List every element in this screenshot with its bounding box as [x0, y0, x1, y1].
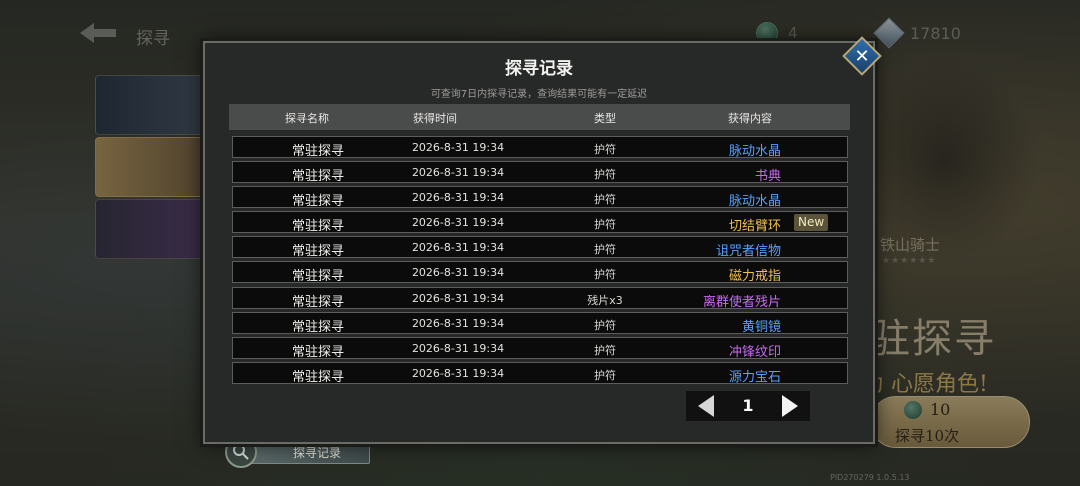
cell-item: 磁力戒指	[728, 269, 781, 285]
cell-type: 护符	[594, 368, 616, 382]
cell-time: 2026-8-31 19:34	[411, 316, 505, 330]
cell-item: 诅咒者信物	[715, 244, 781, 260]
cell-item: 书典	[754, 169, 781, 185]
cell-time: 2026-8-31 19:34	[411, 191, 505, 205]
next-page-icon[interactable]	[782, 395, 798, 417]
cell-name: 常驻探寻	[291, 294, 345, 310]
cell-item: 黄铜镜	[741, 319, 781, 335]
cell-name: 常驻探寻	[291, 269, 345, 285]
cell-item: 脉动水晶	[728, 194, 781, 210]
table-row: 常驻探寻 2026-8-31 19:34 护符 切结臂环 New	[232, 211, 848, 235]
new-badge: New	[794, 214, 829, 232]
table-row: 常驻探寻 2026-8-31 19:34 护符 冲锋纹印	[232, 336, 848, 360]
cell-item: 离群使者残片	[702, 294, 781, 310]
table-row: 常驻探寻 2026-8-31 19:34 残片x3 离群使者残片	[232, 286, 848, 310]
cell-time: 2026-8-31 19:34	[411, 166, 505, 180]
column-header-time: 获得时间	[413, 112, 457, 125]
cell-type: 残片x3	[587, 293, 623, 307]
cell-time: 2026-8-31 19:34	[411, 241, 505, 255]
record-table: 常驻探寻 2026-8-31 19:34 护符 脉动水晶 常驻探寻 2026-8-31 1…	[232, 136, 848, 387]
close-icon[interactable]: ✕	[848, 42, 876, 70]
cell-type: 护符	[594, 318, 616, 332]
cell-time: 2026-8-31 19:34	[411, 266, 505, 280]
cell-name: 常驻探寻	[291, 169, 345, 185]
cell-name: 常驻探寻	[291, 369, 345, 385]
pagination: 1	[686, 391, 810, 421]
cell-type: 护符	[594, 218, 616, 232]
cell-name: 常驻探寻	[291, 194, 345, 210]
column-header-type: 类型	[594, 112, 616, 125]
table-header: 探寻名称 获得时间 类型 获得内容	[229, 104, 850, 130]
cell-type: 护符	[594, 243, 616, 257]
cell-item: 脉动水晶	[728, 144, 781, 159]
table-row: 常驻探寻 2026-8-31 19:34 护符 脉动水晶	[232, 136, 848, 159]
cell-time: 2026-8-31 19:34	[411, 341, 505, 355]
cell-name: 常驻探寻	[291, 319, 345, 335]
cell-name: 常驻探寻	[291, 219, 345, 235]
table-row: 常驻探寻 2026-8-31 19:34 护符 源力宝石	[232, 361, 848, 385]
table-row: 常驻探寻 2026-8-31 19:34 护符 诅咒者信物	[232, 236, 848, 260]
cell-name: 常驻探寻	[291, 144, 345, 159]
cell-time: 2026-8-31 19:34	[411, 216, 505, 230]
cell-time: 2026-8-31 19:34	[411, 141, 505, 154]
dialog-subtitle: 可查询7日内探寻记录，查询结果可能有一定延迟	[430, 89, 648, 100]
cell-name: 常驻探寻	[291, 344, 345, 360]
cell-item: 切结臂环	[728, 219, 781, 235]
dialog-title: 探寻记录	[505, 59, 573, 79]
record-tab-label: 探寻记录	[293, 446, 342, 460]
table-row: 常驻探寻 2026-8-31 19:34 护符 书典	[232, 161, 848, 185]
cell-type: 护符	[594, 268, 616, 282]
column-header-name: 探寻名称	[285, 112, 329, 125]
column-header-item: 获得内容	[728, 112, 772, 125]
cell-type: 护符	[594, 193, 616, 207]
cell-time: 2026-8-31 19:34	[411, 366, 505, 380]
cell-type: 护符	[594, 168, 616, 182]
cell-item: 源力宝石	[728, 369, 781, 385]
cell-type: 护符	[594, 343, 616, 357]
cell-item: 冲锋纹印	[728, 344, 781, 360]
cell-time: 2026-8-31 19:34	[411, 291, 505, 305]
table-row: 常驻探寻 2026-8-31 19:34 护符 磁力戒指	[232, 261, 848, 285]
table-row: 常驻探寻 2026-8-31 19:34 护符 黄铜镜	[232, 311, 848, 335]
cell-name: 常驻探寻	[291, 244, 345, 260]
cell-type: 护符	[594, 143, 616, 156]
table-row: 常驻探寻 2026-8-31 19:34 护符 脉动水晶	[232, 186, 848, 210]
